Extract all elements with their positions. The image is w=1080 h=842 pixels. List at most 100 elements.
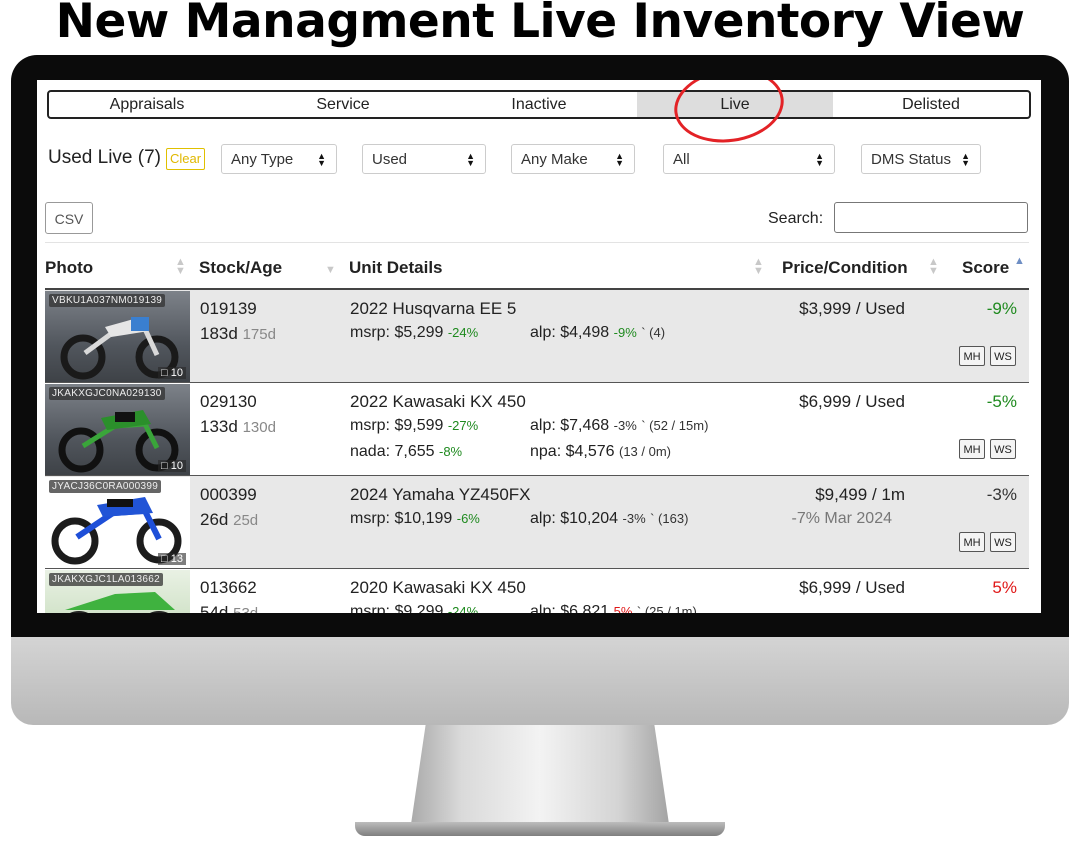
unit-photo[interactable]: JKAKXGJC1LA013662 (45, 570, 190, 613)
stock-number: 000399 (200, 485, 257, 504)
age-primary: 54d (200, 603, 229, 613)
msrp-pct: -24% (447, 325, 479, 340)
unit-photo[interactable]: JKAKXGJC0NA029130 □ 10 (45, 384, 190, 475)
age: 26d 25d (200, 510, 258, 530)
column-stock-age[interactable]: Stock/Age (199, 258, 282, 278)
stock-number: 029130 (200, 392, 257, 411)
msrp-value: msrp: $10,199 (350, 510, 453, 527)
ws-button[interactable]: WS (990, 439, 1016, 459)
make-select-value: Any Make (521, 151, 588, 168)
column-photo[interactable]: Photo (45, 258, 93, 278)
unit-photo[interactable]: JYACJ36C0RA000399 □ 13 (45, 477, 190, 568)
sort-icon[interactable]: ▲ ▼ (928, 257, 939, 277)
price-condition: $3,999 / Used (799, 299, 905, 318)
alp-extra: ` (163) (650, 511, 689, 526)
alp-value: alp: $6,821 (530, 603, 610, 613)
unit-photo[interactable]: VBKU1A037NM019139 □ 10 (45, 291, 190, 382)
score: -9% (986, 299, 1017, 318)
table-row[interactable]: JKAKXGJC0NA029130 □ 10 029130 133d 130d … (45, 383, 1029, 476)
annotation-circle (669, 80, 789, 150)
score: -5% (986, 392, 1017, 411)
search-label: Search: (768, 210, 824, 227)
monitor-stand (410, 725, 670, 831)
tab-inactive[interactable]: Inactive (441, 92, 637, 117)
ws-button[interactable]: WS (990, 532, 1016, 552)
column-price-condition[interactable]: Price/Condition (782, 258, 908, 278)
stock-number: 019139 (200, 299, 257, 318)
dms-status-select[interactable]: DMS Status ▲ ▼ (861, 144, 981, 174)
csv-export-button[interactable]: CSV (45, 202, 93, 234)
alp-extra: ` (52 / 15m) (641, 418, 709, 433)
image-count: □ 10 (158, 367, 186, 379)
image-count-value: 10 (170, 460, 183, 472)
image-count-value: 10 (170, 367, 183, 379)
unit-title[interactable]: 2022 Husqvarna EE 5 (350, 299, 516, 319)
alp: alp: $10,204 -3% ` (163) (530, 510, 688, 528)
alp-value: alp: $10,204 (530, 510, 619, 527)
status-tabs: Appraisals Service Inactive Live Deliste… (47, 90, 1031, 119)
vin-label: JYACJ36C0RA000399 (49, 480, 162, 493)
npa-value: npa: $4,576 (530, 443, 615, 460)
mh-button[interactable]: MH (959, 439, 985, 459)
clear-filters-button[interactable]: Clear (166, 148, 206, 170)
unit-title[interactable]: 2022 Kawasaki KX 450 (350, 392, 526, 412)
msrp: msrp: $5,299 -24% (350, 324, 478, 342)
make-select[interactable]: Any Make ▲ ▼ (511, 144, 635, 174)
table-row[interactable]: VBKU1A037NM019139 □ 10 019139 183d 175d … (45, 290, 1029, 383)
alp-value: alp: $4,498 (530, 324, 610, 341)
dms-status-select-value: DMS Status (871, 151, 952, 168)
age-secondary: 130d (242, 419, 276, 436)
sort-desc-icon[interactable]: ▼ (325, 265, 336, 276)
ws-button[interactable]: WS (990, 346, 1016, 366)
npa: npa: $4,576 (13 / 0m) (530, 443, 671, 461)
image-count: □ 10 (158, 460, 186, 472)
sort-updown-icon: ▲ ▼ (317, 151, 326, 168)
alp-pct: -3% (613, 418, 637, 433)
image-count: □ 13 (158, 553, 186, 565)
msrp-pct: -27% (447, 418, 479, 433)
table-row[interactable]: JYACJ36C0RA000399 □ 13 000399 26d 25d 20… (45, 476, 1029, 569)
msrp-value: msrp: $9,299 (350, 603, 444, 613)
sort-updown-icon: ▲ ▼ (815, 151, 824, 168)
nada-pct: -8% (438, 444, 463, 459)
score: -3% (986, 485, 1017, 504)
msrp-pct: -6% (456, 511, 480, 526)
unit-title[interactable]: 2024 Yamaha YZ450FX (350, 485, 531, 505)
alp-pct: -3% (622, 511, 646, 526)
alp: alp: $4,498 -9% ` (4) (530, 324, 665, 342)
alp-extra: ` (4) (641, 325, 666, 340)
sort-updown-icon: ▲ ▼ (615, 151, 624, 168)
alp-extra: ` (25 / 1m) (636, 604, 697, 613)
msrp: msrp: $9,299 -24% (350, 603, 478, 613)
sort-icon[interactable]: ▲ ▼ (175, 257, 186, 277)
table-row[interactable]: JKAKXGJC1LA013662 013662 54d 53d 2020 Ka… (45, 569, 1029, 613)
page-headline: New Managment Live Inventory View (55, 0, 1025, 49)
sort-icon[interactable]: ▲ ▼ (753, 257, 764, 277)
alp-pct: 5% (613, 604, 633, 613)
tab-delisted[interactable]: Delisted (833, 92, 1029, 117)
stock-number: 013662 (200, 578, 257, 597)
age-primary: 133d (200, 417, 238, 436)
column-score[interactable]: Score (962, 258, 1009, 278)
npa-extra: (13 / 0m) (618, 444, 671, 459)
age: 133d 130d (200, 417, 276, 437)
sort-asc-icon[interactable]: ▲ (1014, 256, 1025, 267)
table-header: Photo ▲ ▼ Stock/Age ▼ Unit Details ▲ ▼ Pri… (45, 250, 1029, 290)
msrp-value: msrp: $9,599 (350, 417, 444, 434)
type-select[interactable]: Any Type ▲ ▼ (221, 144, 337, 174)
mh-button[interactable]: MH (959, 346, 985, 366)
column-unit-details[interactable]: Unit Details (349, 258, 443, 278)
condition-select[interactable]: Used ▲ ▼ (362, 144, 486, 174)
all-select[interactable]: All ▲ ▼ (663, 144, 835, 174)
unit-title[interactable]: 2020 Kawasaki KX 450 (350, 578, 526, 598)
price-condition: $6,999 / Used (799, 392, 905, 411)
msrp-pct: -24% (447, 604, 479, 613)
tab-appraisals[interactable]: Appraisals (49, 92, 245, 117)
monitor-base (355, 822, 725, 836)
vin-label: JKAKXGJC0NA029130 (49, 387, 165, 400)
price-condition: $6,999 / Used (799, 578, 905, 597)
mh-button[interactable]: MH (959, 532, 985, 552)
alp: alp: $7,468 -3% ` (52 / 15m) (530, 417, 708, 435)
tab-service[interactable]: Service (245, 92, 441, 117)
search-input[interactable] (834, 202, 1028, 233)
